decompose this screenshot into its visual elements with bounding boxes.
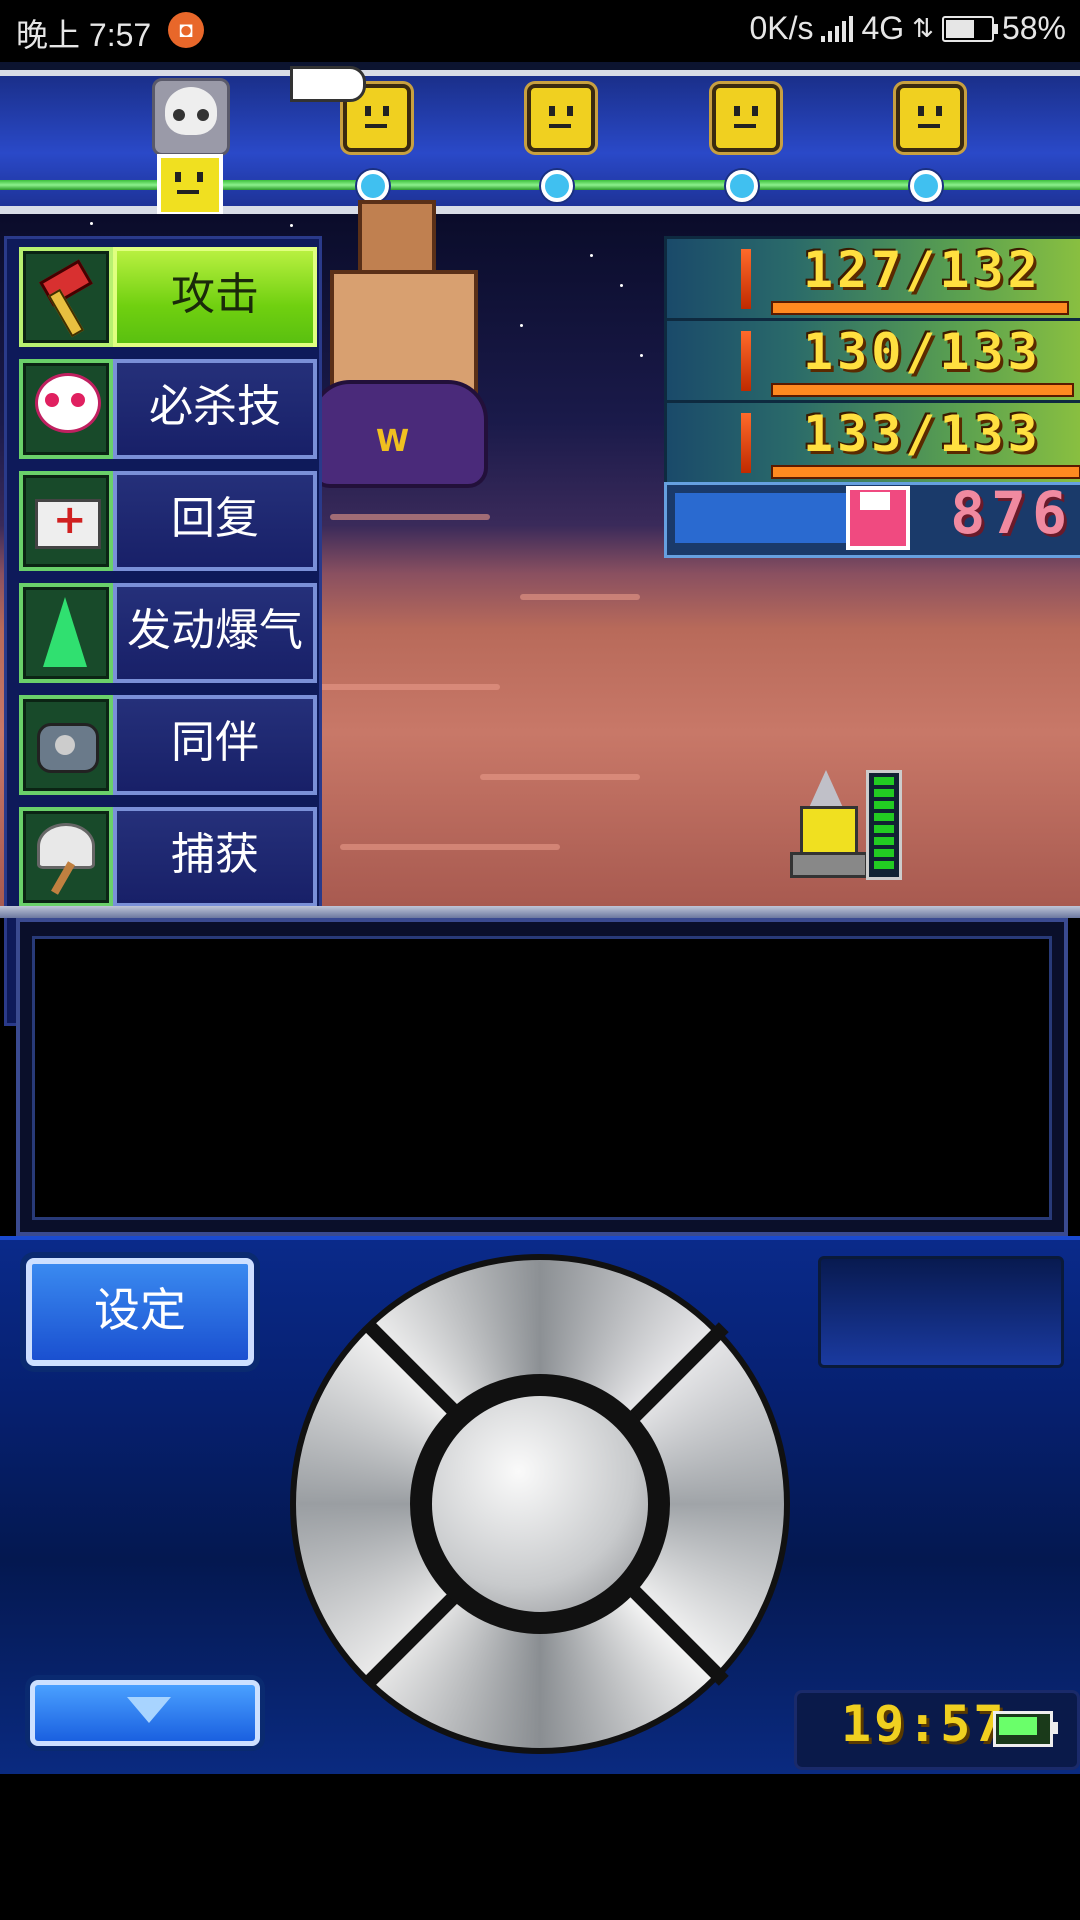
- hp-row-2: 130/133: [664, 318, 1080, 404]
- hp-bar-1: [771, 301, 1069, 315]
- hp-bar-3: [771, 465, 1080, 479]
- turn-slot-4: [896, 84, 964, 152]
- turn-marker-3: [726, 170, 758, 202]
- hp-row-3: 133/133: [664, 400, 1080, 486]
- menu-item-label: 捕获: [113, 807, 317, 907]
- first-aid-kit-icon: [19, 471, 113, 571]
- menu-item-label: 同伴: [113, 695, 317, 795]
- settings-button[interactable]: 设定: [26, 1258, 254, 1366]
- menu-item-attack[interactable]: 攻击: [13, 241, 317, 347]
- status-time: 晚上 7:57: [16, 17, 152, 53]
- turn-slot-3: [712, 84, 780, 152]
- hammer-icon: [19, 247, 113, 347]
- status-right-group: 0K/s 4G ⇅ 58%: [749, 10, 1066, 47]
- signal-icon: [821, 15, 854, 42]
- network-type: 4G: [861, 10, 905, 46]
- enemy-box-face: [330, 270, 478, 398]
- hp-value-1: 127/132: [803, 241, 1042, 299]
- network-speed: 0K/s: [749, 10, 814, 46]
- triangle-down-icon[interactable]: [30, 1680, 260, 1746]
- hp-bar-2: [771, 383, 1074, 397]
- data-transfer-icon: ⇅: [912, 13, 934, 43]
- screen-divider: [0, 906, 1080, 918]
- capture-net-icon: [19, 807, 113, 907]
- app-notification-icon: ◘: [168, 12, 204, 48]
- dpad-center-button[interactable]: [432, 1396, 648, 1612]
- turn-marker-4: [910, 170, 942, 202]
- menu-item-partner[interactable]: 同伴: [13, 689, 317, 795]
- hp-row-1: 127/132: [664, 236, 1080, 322]
- turn-slot-2: [527, 84, 595, 152]
- battery-icon: [941, 15, 998, 42]
- menu-item-capture[interactable]: 捕获: [13, 801, 317, 907]
- menu-item-label: 必杀技: [113, 359, 317, 459]
- active-drill-unit: [790, 770, 868, 880]
- game-clock-panel: 19:57: [794, 1690, 1080, 1770]
- turn-marker-2: [541, 170, 573, 202]
- menu-item-label: 攻击: [113, 247, 317, 347]
- skull-mask-icon: [19, 359, 113, 459]
- enemy-body: W: [310, 380, 488, 488]
- battery-full-icon: [993, 1711, 1058, 1747]
- menu-item-special[interactable]: 必杀技: [13, 353, 317, 459]
- battery-fill: [945, 19, 974, 38]
- menu-item-label: 发动爆气: [113, 583, 317, 683]
- hp-value-2: 130/133: [803, 323, 1042, 381]
- message-text: [32, 936, 1052, 1220]
- message-window: [16, 918, 1068, 1236]
- turn-order-bar: [0, 62, 1080, 216]
- hand-pointer-icon: [290, 66, 366, 102]
- enemy-box-monster[interactable]: W: [300, 190, 490, 490]
- enemy-head: [358, 200, 436, 278]
- floppy-disk-icon: [846, 486, 910, 550]
- skull-icon: [152, 78, 230, 156]
- battery-percent: 58%: [1001, 10, 1066, 46]
- menu-item-burst[interactable]: 发动爆气: [13, 577, 317, 683]
- menu-item-label: 回复: [113, 471, 317, 571]
- menu-item-heal[interactable]: 回复: [13, 465, 317, 571]
- current-turn-unit: [157, 154, 223, 216]
- game-clock: 19:57: [841, 1695, 1007, 1753]
- controller-side-panel: [818, 1256, 1064, 1368]
- status-bar: 晚上 7:57 ◘ 0K/s 4G ⇅ 58%: [0, 0, 1080, 62]
- dpad-icon[interactable]: [290, 1254, 790, 1754]
- points-value: 876: [950, 479, 1073, 547]
- enemy-emblem-icon: W: [376, 424, 410, 459]
- telephone-icon: [19, 695, 113, 795]
- green-crystal-icon: [19, 583, 113, 683]
- hp-value-3: 133/133: [803, 405, 1042, 463]
- unit-energy-gauge: [866, 770, 902, 880]
